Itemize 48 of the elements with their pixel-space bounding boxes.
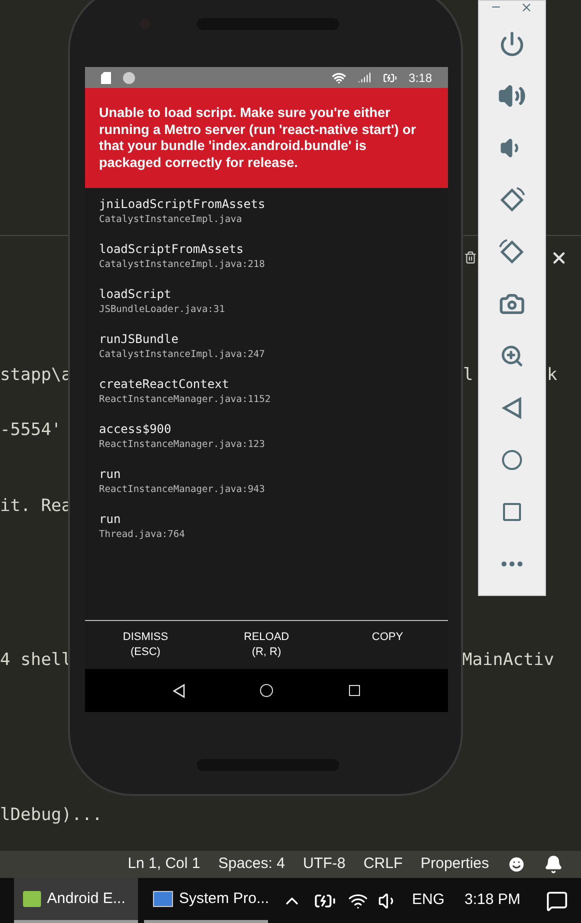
signal-icon [358, 71, 371, 84]
code-line: l [463, 364, 474, 387]
dialog-button[interactable]: RELOAD (R, R) [206, 621, 327, 669]
stack-location: ReactInstanceManager.java:123 [99, 438, 265, 452]
sd-card-icon [101, 72, 111, 84]
stack-location: CatalystInstanceImpl.java:247 [99, 348, 265, 362]
taskbar-clock[interactable]: 3:18 PM [464, 889, 520, 912]
code-line: lDebug)... [0, 804, 102, 827]
code-line: -5554' [0, 419, 62, 442]
status-item[interactable]: CRLF [363, 853, 403, 876]
clock: 3:18 [408, 70, 432, 86]
volume-up-icon[interactable] [498, 82, 526, 110]
smiley-icon[interactable] [507, 855, 526, 874]
stack-location: JSBundleLoader.java:31 [99, 303, 225, 317]
power-icon[interactable] [499, 31, 525, 57]
stack-location: ReactInstanceManager.java:943 [99, 483, 265, 497]
wifi-icon [332, 70, 346, 84]
stack-location: Thread.java:764 [99, 528, 185, 542]
stack-method: loadScriptFromAssets [99, 242, 244, 257]
stack-location: CatalystInstanceImpl.java [99, 213, 242, 227]
code-line: 4 shell [0, 649, 72, 672]
status-item[interactable]: UTF-8 [302, 853, 346, 876]
bell-icon[interactable] [544, 855, 563, 874]
stack-method: run [99, 467, 121, 482]
code-line: MainActiv [462, 649, 554, 672]
taskbar-app[interactable]: Android E... [14, 878, 138, 923]
status-item[interactable]: Properties [420, 853, 489, 876]
notification-icon[interactable] [546, 890, 568, 912]
stack-method: runJSBundle [99, 332, 178, 347]
status-item[interactable]: Spaces: 4 [218, 853, 285, 876]
status-item[interactable]: Ln 1, Col 1 [128, 853, 200, 876]
error-message: Unable to load script. Make sure you're either running a Metro server (run 'react-native start') or that your bundle 'index.android.bundle' is packaged correctly for release. [99, 105, 417, 171]
dialog-button[interactable]: DISMISS (ESC) [85, 621, 206, 669]
stack-method: access$900 [99, 422, 172, 437]
stack-method: loadScript [99, 287, 172, 302]
dialog-button[interactable]: COPY [327, 621, 448, 669]
zoom-icon[interactable] [500, 344, 524, 368]
code-line: k [547, 364, 558, 387]
stack-method: createReactContext [99, 377, 230, 392]
language-indicator[interactable]: ENG [412, 889, 445, 912]
stack-method: run [99, 512, 121, 527]
taskbar-app[interactable]: System Pro... [144, 878, 268, 923]
trash-icon[interactable] [464, 251, 477, 264]
stack-location: CatalystInstanceImpl.java:218 [99, 258, 265, 272]
stack-location: ReactInstanceManager.java:1152 [99, 393, 271, 407]
camera-icon[interactable] [499, 291, 525, 317]
more-icon[interactable] [501, 561, 523, 567]
stack-method: jniLoadScriptFromAssets [99, 197, 266, 212]
